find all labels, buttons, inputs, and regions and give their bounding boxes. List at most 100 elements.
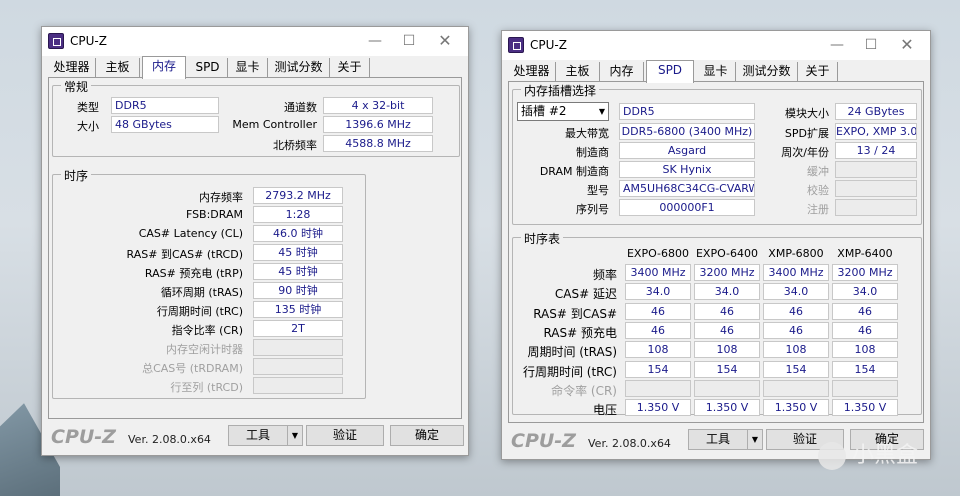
timing-value: 90 时钟 (253, 282, 343, 299)
tab-memory[interactable]: 内存 (600, 62, 644, 82)
timing-value: 45 时钟 (253, 244, 343, 261)
cpuz-window-memory: CPU-Z — ☐ ✕ 处理器 主板 内存 SPD 显卡 测试分数 关于 常规 … (41, 26, 469, 456)
timing-label: RAS# 到CAS# (tRCD) (126, 248, 243, 261)
timing-cell: 1.350 V (625, 399, 691, 417)
tools-button[interactable]: 工具 (228, 425, 288, 446)
timing-row-label: 频率 (592, 268, 617, 282)
timing-label: 内存频率 (199, 191, 243, 204)
timing-value: 2T (253, 320, 343, 337)
cpuz-app-icon (48, 33, 64, 49)
slot-select[interactable]: 插槽 #2 ▼ (517, 102, 609, 121)
timing-label: 行至列 (tRCD) (170, 381, 243, 394)
timing-cell: 108 (763, 341, 829, 359)
timing-cell: 3400 MHz (625, 264, 691, 281)
cpuz-window-spd: CPU-Z — ☐ ✕ 处理器 主板 内存 SPD 显卡 测试分数 关于 内存插… (501, 30, 931, 460)
part-number-value: AM5UH68C34CG-CVARWM (619, 180, 755, 197)
buffered-value (835, 161, 917, 178)
minimize-icon[interactable]: — (360, 30, 390, 52)
tab-graphics[interactable]: 显卡 (228, 58, 268, 78)
timing-table-group-label: 时序表 (521, 230, 564, 247)
timing-value: 2793.2 MHz (253, 187, 343, 204)
maximize-icon[interactable]: ☐ (856, 34, 886, 56)
serial-number-label: 序列号 (576, 203, 609, 216)
timing-cell (694, 379, 760, 397)
tab-cpu[interactable]: 处理器 (508, 62, 556, 82)
timing-cell: 1.350 V (694, 399, 760, 417)
timings-group-label: 时序 (61, 167, 92, 184)
buffered-label: 缓冲 (807, 165, 829, 178)
timing-cell: 3400 MHz (763, 264, 829, 281)
registered-label: 注册 (807, 203, 829, 216)
timing-cell: 46 (694, 321, 760, 339)
timing-cell: 46 (763, 321, 829, 339)
timing-cell: 46 (625, 321, 691, 339)
tools-dropdown-icon[interactable]: ▼ (747, 429, 763, 450)
slot-group-label: 内存插槽选择 (521, 82, 600, 99)
footer-bar: CPU-Z Ver. 2.08.0.x64 工具 ▼ 验证 确定 (42, 421, 468, 455)
timing-cell: 108 (625, 341, 691, 359)
tab-mainboard[interactable]: 主板 (556, 62, 600, 82)
timing-row-label: 行周期时间 (tRC) (522, 364, 617, 379)
tab-bench[interactable]: 测试分数 (268, 58, 330, 78)
tab-spd[interactable]: SPD (188, 58, 228, 78)
tab-spd[interactable]: SPD (646, 60, 694, 83)
timing-value (253, 358, 343, 375)
timing-value (253, 339, 343, 356)
maximize-icon[interactable]: ☐ (394, 30, 424, 52)
timing-label: RAS# 预充电 (tRP) (144, 267, 243, 280)
close-icon[interactable]: ✕ (892, 34, 922, 56)
timing-value: 135 时钟 (253, 301, 343, 318)
tab-cpu[interactable]: 处理器 (48, 58, 96, 78)
registered-value (835, 199, 917, 216)
timing-label: 循环周期 (tRAS) (160, 286, 243, 299)
window-title: CPU-Z (530, 38, 567, 52)
size-value: 48 GBytes (111, 116, 219, 133)
memory-panel: 常规 类型 DDR5 大小 48 GBytes 通道数 4 x 32-bit M… (48, 77, 462, 419)
max-bandwidth-value: DDR5-6800 (3400 MHz) (619, 123, 755, 140)
timing-column-header: EXPO-6400 (695, 247, 759, 260)
timing-column-header: XMP-6800 (768, 247, 824, 260)
timing-label: 行周期时间 (tRC) (156, 305, 243, 318)
dram-manufacturer-label: DRAM 制造商 (539, 165, 609, 178)
spd-panel: 内存插槽选择 插槽 #2 ▼ DDR5 模块大小 24 GBytes 最大带宽 … (508, 81, 924, 423)
timing-cell: 154 (625, 360, 691, 378)
type-value: DDR5 (111, 97, 219, 114)
manufacturer-label: 制造商 (576, 146, 609, 159)
tools-dropdown-icon[interactable]: ▼ (287, 425, 303, 446)
ok-button[interactable]: 确定 (390, 425, 464, 446)
slot-select-value: 插槽 #2 (521, 104, 567, 118)
timing-value: 46.0 时钟 (253, 225, 343, 242)
timing-value: 45 时钟 (253, 263, 343, 280)
cpuz-app-icon (508, 37, 524, 53)
title-bar[interactable]: CPU-Z — ☐ ✕ (42, 27, 468, 56)
tab-graphics[interactable]: 显卡 (696, 62, 736, 82)
timing-row-label: 周期时间 (tRAS) (527, 345, 617, 360)
minimize-icon[interactable]: — (822, 34, 852, 56)
timings-group: 时序 内存频率 2793.2 MHz FSB:DRAM 1:28 CAS# Latenc… (52, 167, 366, 399)
week-year-value: 13 / 24 (835, 142, 917, 159)
title-bar[interactable]: CPU-Z — ☐ ✕ (502, 31, 930, 60)
general-group-label: 常规 (61, 78, 92, 95)
timing-table-group: 时序表 EXPO-6800 EXPO-6400 XMP-6800 XMP-6400 频率… (512, 230, 922, 417)
timing-label: 内存空闲计时器 (166, 343, 243, 356)
timing-cell: 34.0 (763, 283, 829, 301)
timing-cell: 46 (694, 302, 760, 320)
tab-about[interactable]: 关于 (330, 58, 370, 78)
correction-label: 校验 (807, 184, 829, 197)
general-group: 常规 类型 DDR5 大小 48 GBytes 通道数 4 x 32-bit M… (52, 78, 460, 157)
close-icon[interactable]: ✕ (430, 30, 460, 52)
watermark-text: 小黑盒 (852, 443, 919, 468)
tab-mainboard[interactable]: 主板 (96, 58, 140, 78)
validate-button[interactable]: 验证 (306, 425, 384, 446)
watermark-logo-icon (818, 442, 846, 470)
tab-about[interactable]: 关于 (798, 62, 838, 82)
timing-row-label: RAS# 到CAS# (533, 306, 617, 321)
channels-label: 通道数 (284, 101, 317, 114)
timing-label: FSB:DRAM (185, 208, 243, 221)
tab-memory[interactable]: 内存 (142, 56, 186, 79)
timing-cell (763, 379, 829, 397)
slot-group: 内存插槽选择 插槽 #2 ▼ DDR5 模块大小 24 GBytes 最大带宽 … (512, 82, 922, 225)
tab-bench[interactable]: 测试分数 (736, 62, 798, 82)
window-title: CPU-Z (70, 34, 107, 48)
tools-button[interactable]: 工具 (688, 429, 748, 450)
